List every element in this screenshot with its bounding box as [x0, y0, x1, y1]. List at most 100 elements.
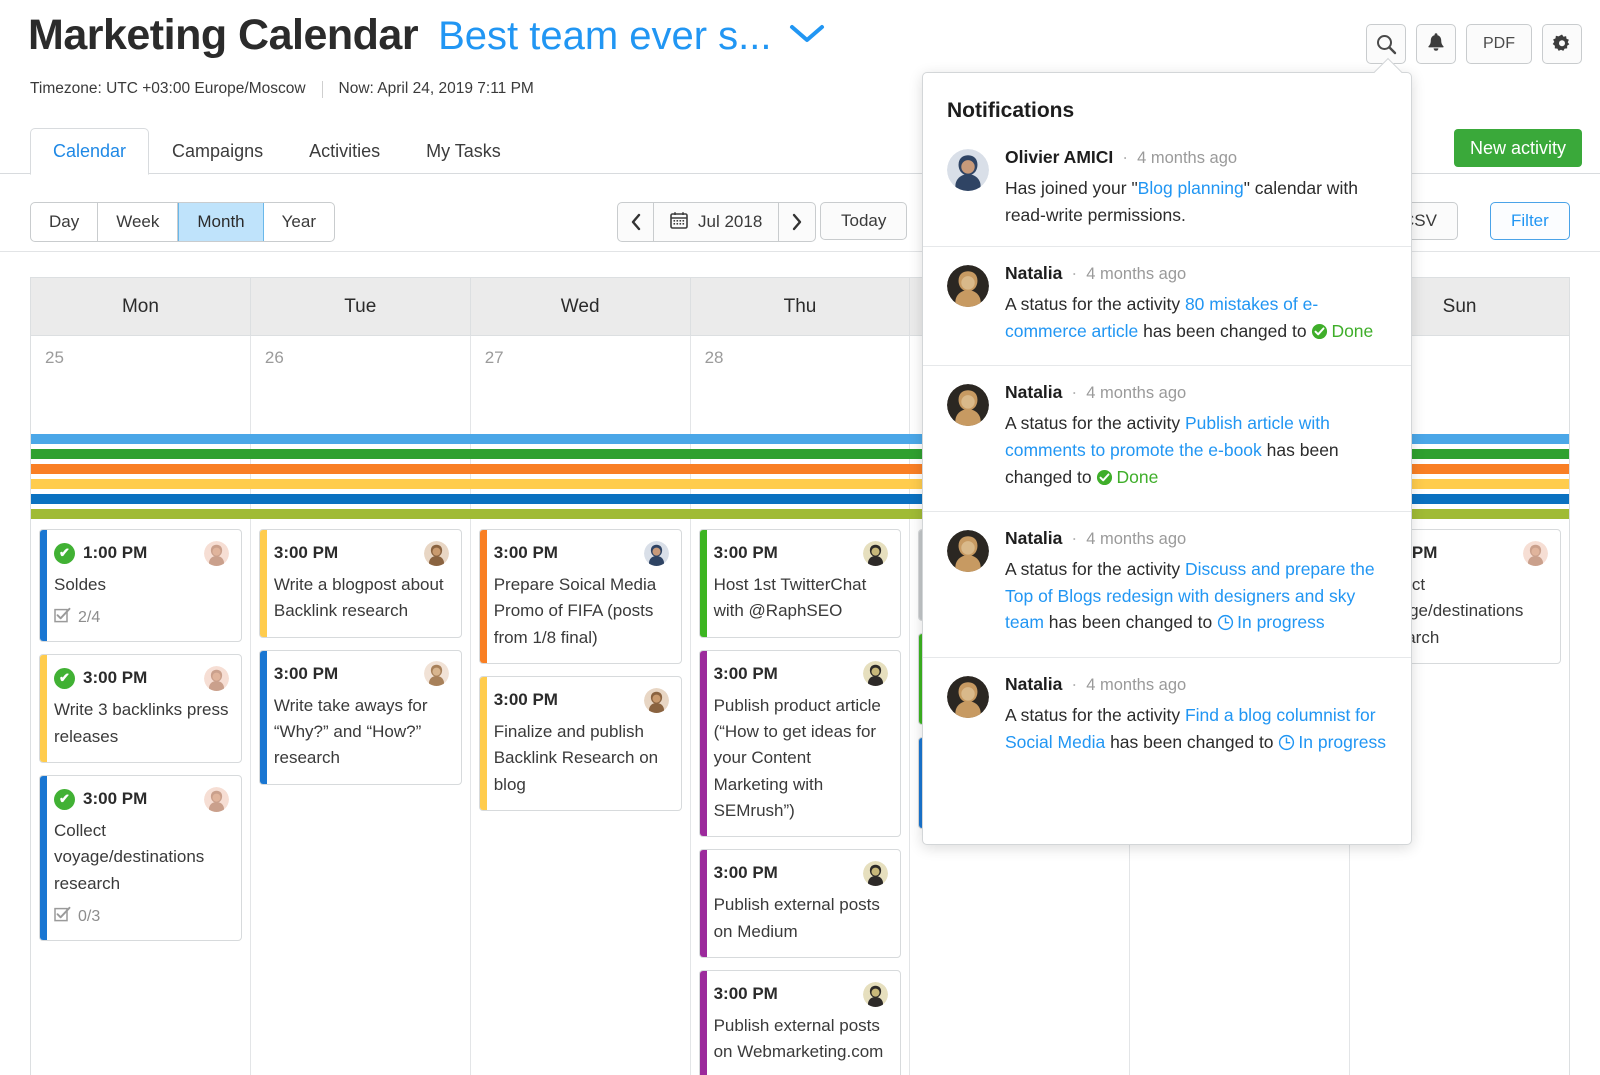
- done-check-icon: [1311, 321, 1328, 348]
- view-month[interactable]: Month: [178, 203, 264, 241]
- today-button[interactable]: Today: [820, 202, 908, 240]
- notification-text: A status for the activity Publish articl…: [1005, 410, 1389, 493]
- bell-icon[interactable]: [1416, 24, 1456, 64]
- event-list: 3:00 PM Write a blogpost about Backlink r…: [258, 529, 462, 797]
- tab-my-tasks[interactable]: My Tasks: [403, 128, 524, 174]
- event-card[interactable]: 3:00 PM Host 1st TwitterChat with @RaphSE…: [698, 529, 902, 638]
- event-title: Finalize and publish Backlink Research o…: [493, 722, 659, 794]
- event-card[interactable]: 3:00 PM Publish external posts on Webmark…: [698, 970, 902, 1075]
- event-card[interactable]: 3:00 PM Publish product article (“How to …: [698, 649, 902, 838]
- event-time: 3:00 PM: [274, 664, 338, 684]
- top-actions: PDF: [1366, 24, 1582, 64]
- avatar: [947, 149, 989, 191]
- separator-dot: ·: [1071, 382, 1078, 403]
- status-badge-in-progress: In progress: [1278, 732, 1386, 752]
- period-label: Jul 2018: [698, 212, 763, 231]
- event-time-label: 1:00 PM: [83, 543, 148, 562]
- calendar-name[interactable]: Best team ever s...: [438, 16, 771, 56]
- notification-timestamp: 4 months ago: [1137, 149, 1238, 167]
- avatar: [643, 540, 669, 566]
- notification-item[interactable]: Natalia · 4 months ago A status for the act…: [923, 511, 1411, 657]
- event-card[interactable]: ✔ 1:00 PM Soldes 2/4: [39, 529, 242, 643]
- event-header: 3:00 PM: [714, 981, 889, 1007]
- notification-header: Natalia · 4 months ago: [1005, 528, 1389, 549]
- notification-author: Natalia: [1005, 673, 1063, 694]
- event-list: 3:00 PM Host 1st TwitterChat with @RaphSE…: [698, 529, 902, 1075]
- period-display[interactable]: Jul 2018: [654, 203, 780, 241]
- avatar: [947, 384, 989, 427]
- status-badge-done: Done: [1311, 321, 1373, 341]
- view-day[interactable]: Day: [31, 203, 99, 241]
- event-accent-bar: [479, 530, 487, 664]
- event-time-label: 3:00 PM: [273, 543, 339, 562]
- status-badge-done: Done: [1096, 467, 1158, 487]
- filter-button[interactable]: Filter: [1490, 202, 1570, 240]
- meta-row: Timezone: UTC +03:00 Europe/Moscow Now: …: [30, 80, 534, 98]
- separator-dot: ·: [1071, 528, 1078, 549]
- event-title: Publish product article (“How to get ide…: [713, 695, 881, 821]
- new-activity-button[interactable]: New activity: [1453, 129, 1582, 167]
- tab-calendar[interactable]: Calendar: [30, 128, 150, 175]
- avatar: [863, 860, 889, 886]
- event-time-label: 3:00 PM: [83, 668, 148, 688]
- notification-item[interactable]: Olivier AMICI · 4 months ago Has joined you…: [923, 141, 1411, 246]
- dow-thu: Thu: [691, 278, 911, 335]
- notification-text: A status for the activity Discuss and pr…: [1005, 556, 1389, 639]
- notification-timestamp: 4 months ago: [1086, 384, 1187, 403]
- event-card[interactable]: 3:00 PM Write a blogpost about Backlink r…: [258, 529, 462, 638]
- event-title: Write take aways for “Why?” and “How?” r…: [273, 695, 428, 768]
- event-title: Write 3 backlinks press releases: [54, 700, 229, 746]
- event-time-label: 3:00 PM: [493, 690, 558, 710]
- notification-body: Natalia · 4 months ago A status for the act…: [1005, 528, 1389, 639]
- event-time: 3:00 PM: [714, 543, 778, 563]
- event-header: 3:00 PM: [714, 661, 889, 687]
- event-card[interactable]: ✔ 3:00 PM Write 3 backlinks press releases: [39, 654, 242, 764]
- notification-body: Natalia · 4 months ago A status for the act…: [1005, 674, 1389, 758]
- tab-campaigns[interactable]: Campaigns: [149, 128, 286, 174]
- notification-text-part: A status for the activity: [1005, 413, 1185, 434]
- event-card[interactable]: 3:00 PM Prepare Soical Media Promo of FIF…: [478, 529, 682, 665]
- event-checklist: 2/4: [54, 607, 229, 629]
- title-row: Marketing Calendar Best team ever s...: [28, 14, 826, 57]
- avatar: [423, 540, 449, 566]
- dow-wed: Wed: [471, 278, 691, 335]
- view-week[interactable]: Week: [98, 203, 179, 241]
- notification-item[interactable]: Natalia · 4 months ago A status for the act…: [923, 246, 1411, 365]
- checklist-icon: [54, 607, 71, 629]
- event-header: 3:00 PM: [274, 661, 449, 687]
- avatar: [947, 265, 989, 308]
- notification-item[interactable]: Natalia · 4 months ago A status for the act…: [923, 365, 1411, 511]
- tabs: Calendar Campaigns Activities My Tasks: [30, 128, 524, 175]
- done-check-icon: ✔: [54, 788, 75, 810]
- event-title: Collect voyage/destinations research: [54, 821, 205, 893]
- notification-text-part: A status for the activity: [1005, 294, 1185, 315]
- gear-icon[interactable]: [1542, 24, 1582, 64]
- notification-body: Natalia · 4 months ago A status for the act…: [1005, 382, 1389, 493]
- now-label: Now: April 24, 2019 7:11 PM: [338, 80, 534, 97]
- event-accent-bar: [699, 530, 707, 637]
- chevron-down-icon[interactable]: [788, 21, 826, 50]
- avatar: [947, 675, 989, 718]
- event-card[interactable]: 3:00 PM Publish external posts on Medium: [698, 849, 902, 959]
- view-year[interactable]: Year: [264, 203, 334, 241]
- chevron-left-icon[interactable]: [618, 203, 654, 241]
- event-list: 3:00 PM Prepare Soical Media Promo of FIF…: [478, 529, 682, 823]
- chevron-right-icon[interactable]: [779, 203, 815, 241]
- event-card[interactable]: 3:00 PM Write take aways for “Why?” and “…: [258, 649, 462, 785]
- period-navigator: Jul 2018: [617, 202, 817, 242]
- avatar: [863, 540, 889, 566]
- event-card[interactable]: ✔ 3:00 PM Collect voyage/destinations rese…: [39, 775, 242, 942]
- event-title: Soldes: [54, 575, 106, 594]
- activity-link[interactable]: Blog planning: [1138, 178, 1244, 198]
- notification-header: Natalia · 4 months ago: [1005, 382, 1389, 403]
- tab-activities[interactable]: Activities: [286, 128, 403, 174]
- pdf-button[interactable]: PDF: [1466, 24, 1532, 64]
- event-header: ✔ 3:00 PM: [54, 665, 229, 691]
- dow-mon: Mon: [31, 278, 251, 335]
- notification-item[interactable]: Natalia · 4 months ago A status for the act…: [923, 656, 1411, 776]
- notifications-panel: Notifications Olivier AMICI · 4 months ago…: [922, 72, 1412, 845]
- event-card[interactable]: 3:00 PM Finalize and publish Backlink Res…: [478, 676, 682, 812]
- notification-text-part: Has joined your ": [1005, 178, 1138, 198]
- event-time-label: 3:00 PM: [713, 863, 778, 883]
- notification-text: A status for the activity 80 mistakes of…: [1005, 291, 1389, 347]
